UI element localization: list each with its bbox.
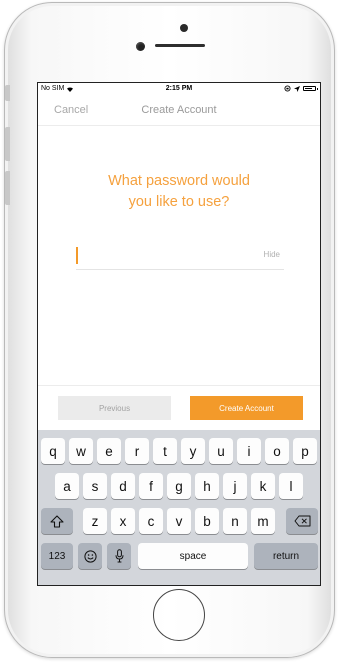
numbers-key[interactable]: 123 bbox=[41, 543, 73, 569]
hide-password-toggle[interactable]: Hide bbox=[264, 250, 280, 259]
field-underline bbox=[76, 269, 284, 270]
shift-key[interactable] bbox=[41, 508, 73, 534]
shift-icon bbox=[50, 514, 64, 528]
emoji-icon bbox=[83, 549, 97, 563]
text-cursor bbox=[76, 247, 78, 264]
key-o[interactable]: o bbox=[265, 438, 289, 464]
key-w[interactable]: w bbox=[69, 438, 93, 464]
earpiece-speaker bbox=[155, 44, 205, 47]
return-key[interactable]: return bbox=[254, 543, 318, 569]
front-camera bbox=[136, 42, 145, 51]
key-e[interactable]: e bbox=[97, 438, 121, 464]
key-h[interactable]: h bbox=[195, 473, 219, 499]
page-title: Create Account bbox=[141, 104, 217, 116]
backspace-icon bbox=[294, 515, 310, 527]
key-l[interactable]: l bbox=[279, 473, 303, 499]
rotation-lock-icon bbox=[284, 85, 291, 92]
proximity-sensor bbox=[180, 24, 188, 32]
key-u[interactable]: u bbox=[209, 438, 233, 464]
key-g[interactable]: g bbox=[167, 473, 191, 499]
key-i[interactable]: i bbox=[237, 438, 261, 464]
key-s[interactable]: s bbox=[83, 473, 107, 499]
key-q[interactable]: q bbox=[41, 438, 65, 464]
key-c[interactable]: c bbox=[139, 508, 163, 534]
key-x[interactable]: x bbox=[111, 508, 135, 534]
navigation-bar: Cancel Create Account bbox=[38, 95, 320, 125]
key-t[interactable]: t bbox=[153, 438, 177, 464]
volume-down-button bbox=[5, 171, 10, 205]
emoji-key[interactable] bbox=[78, 543, 102, 569]
microphone-icon bbox=[115, 549, 123, 563]
key-z[interactable]: z bbox=[83, 508, 107, 534]
key-b[interactable]: b bbox=[195, 508, 219, 534]
battery-icon bbox=[303, 86, 318, 91]
key-d[interactable]: d bbox=[111, 473, 135, 499]
password-prompt: What password would you like to use? bbox=[58, 171, 300, 213]
mute-switch bbox=[5, 85, 10, 101]
previous-button[interactable]: Previous bbox=[58, 396, 171, 420]
delete-key[interactable] bbox=[286, 508, 318, 534]
key-m[interactable]: m bbox=[251, 508, 275, 534]
status-time: 2:15 PM bbox=[165, 85, 193, 92]
key-j[interactable]: j bbox=[223, 473, 247, 499]
key-r[interactable]: r bbox=[125, 438, 149, 464]
prompt-line-2: you like to use? bbox=[128, 194, 230, 210]
status-bar: No SIM 2:15 PM bbox=[38, 83, 320, 95]
dictation-key[interactable] bbox=[107, 543, 131, 569]
space-key[interactable]: space bbox=[138, 543, 248, 569]
prompt-line-1: What password would bbox=[108, 173, 250, 189]
status-right bbox=[284, 85, 318, 92]
password-input[interactable] bbox=[80, 245, 250, 267]
key-v[interactable]: v bbox=[167, 508, 191, 534]
create-account-button[interactable]: Create Account bbox=[190, 396, 303, 420]
keyboard: q w e r t y u i o p a s d f g h j k l z … bbox=[38, 430, 320, 585]
key-p[interactable]: p bbox=[293, 438, 317, 464]
key-y[interactable]: y bbox=[181, 438, 205, 464]
volume-up-button bbox=[5, 127, 10, 161]
button-area-divider bbox=[38, 385, 320, 386]
key-f[interactable]: f bbox=[139, 473, 163, 499]
key-n[interactable]: n bbox=[223, 508, 247, 534]
nav-divider bbox=[38, 125, 320, 126]
key-a[interactable]: a bbox=[55, 473, 79, 499]
location-arrow-icon bbox=[294, 85, 300, 92]
key-k[interactable]: k bbox=[251, 473, 275, 499]
home-button[interactable] bbox=[153, 589, 205, 641]
password-field[interactable]: Hide bbox=[76, 245, 284, 270]
app-screen: No SIM 2:15 PM Cancel Create Account Wha… bbox=[37, 82, 321, 586]
